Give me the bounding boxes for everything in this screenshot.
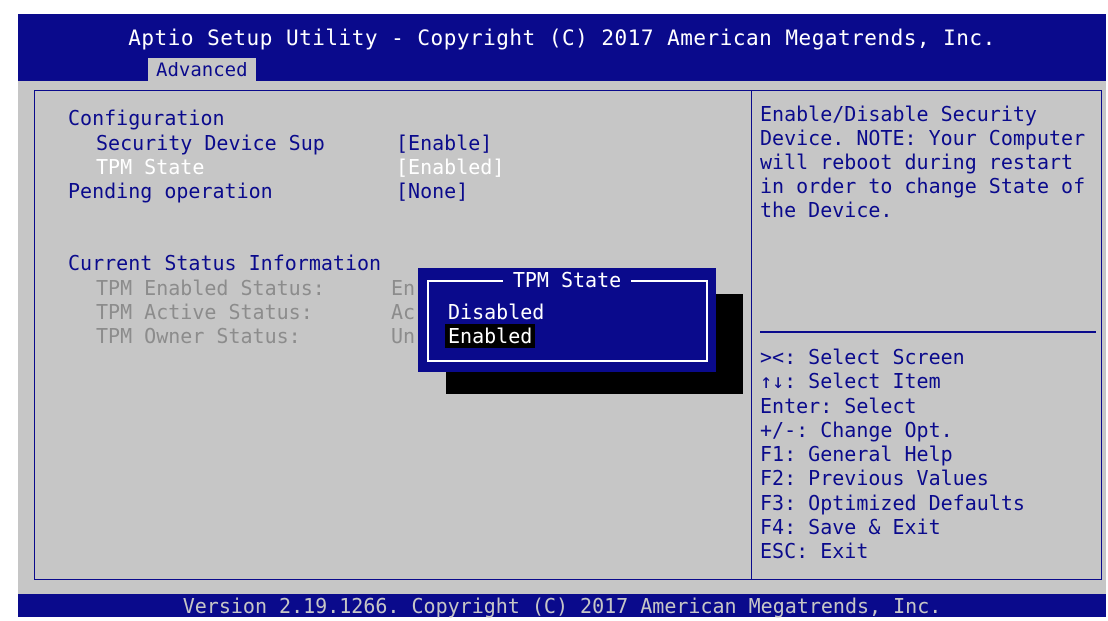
setting-value-pending-operation[interactable]: [None] [396,179,468,203]
status-label-tpm-active: TPM Active Status: [96,300,313,324]
section-title-configuration: Configuration [68,106,225,130]
key-select-screen: ><: Select Screen [760,345,965,369]
status-value-tpm-owner: Un [391,324,416,348]
tab-advanced[interactable]: Advanced [148,58,256,83]
app-title: Aptio Setup Utility - Copyright (C) 2017… [128,26,996,50]
section-title-status: Current Status Information [68,251,382,275]
status-value-tpm-enabled: En [391,276,416,300]
footer-bar: Version 2.19.1266. Copyright (C) 2017 Am… [18,594,1106,618]
key-save-exit: F4: Save & Exit [760,515,941,540]
key-legend: ><: Select Screen ↑↓: Select Item Enter:… [760,345,1025,564]
status-label-tpm-enabled: TPM Enabled Status: [96,276,325,300]
help-text: Enable/Disable Security Device. NOTE: Yo… [760,102,1086,222]
setting-label-security-device[interactable]: Security Device Sup [96,131,325,155]
setting-label-pending-operation[interactable]: Pending operation [68,179,273,203]
key-escape-exit: ESC: Exit [760,539,869,564]
vertical-divider [751,91,752,579]
popup-option-disabled[interactable]: Disabled [445,300,547,324]
key-enter-select: Enter: Select [760,393,917,418]
key-select-item: ↑↓: Select Item [760,369,941,394]
setting-label-tpm-state[interactable]: TPM State [96,155,204,179]
popup-title: TPM State [418,268,716,292]
key-change-option: +/-: Change Opt. [760,417,953,442]
key-general-help: F1: General Help [760,442,953,467]
setting-value-security-device[interactable]: [Enable] [396,131,492,155]
popup-option-enabled[interactable]: Enabled [445,324,536,348]
key-previous-values: F2: Previous Values [760,466,989,491]
tpm-state-popup: TPM State Disabled Enabled [418,268,716,372]
setting-value-tpm-state[interactable]: [Enabled] [396,155,504,179]
bios-screen: Aptio Setup Utility - Copyright (C) 2017… [18,14,1106,618]
key-optimized-defaults: F3: Optimized Defaults [760,490,1025,515]
popup-title-text: TPM State [502,268,632,292]
header-bar: Aptio Setup Utility - Copyright (C) 2017… [18,14,1106,83]
status-label-tpm-owner: TPM Owner Status: [96,324,301,348]
status-value-tpm-active: Ac [391,300,416,324]
help-divider [760,331,1096,333]
footer-text: Version 2.19.1266. Copyright (C) 2017 Am… [182,594,942,618]
